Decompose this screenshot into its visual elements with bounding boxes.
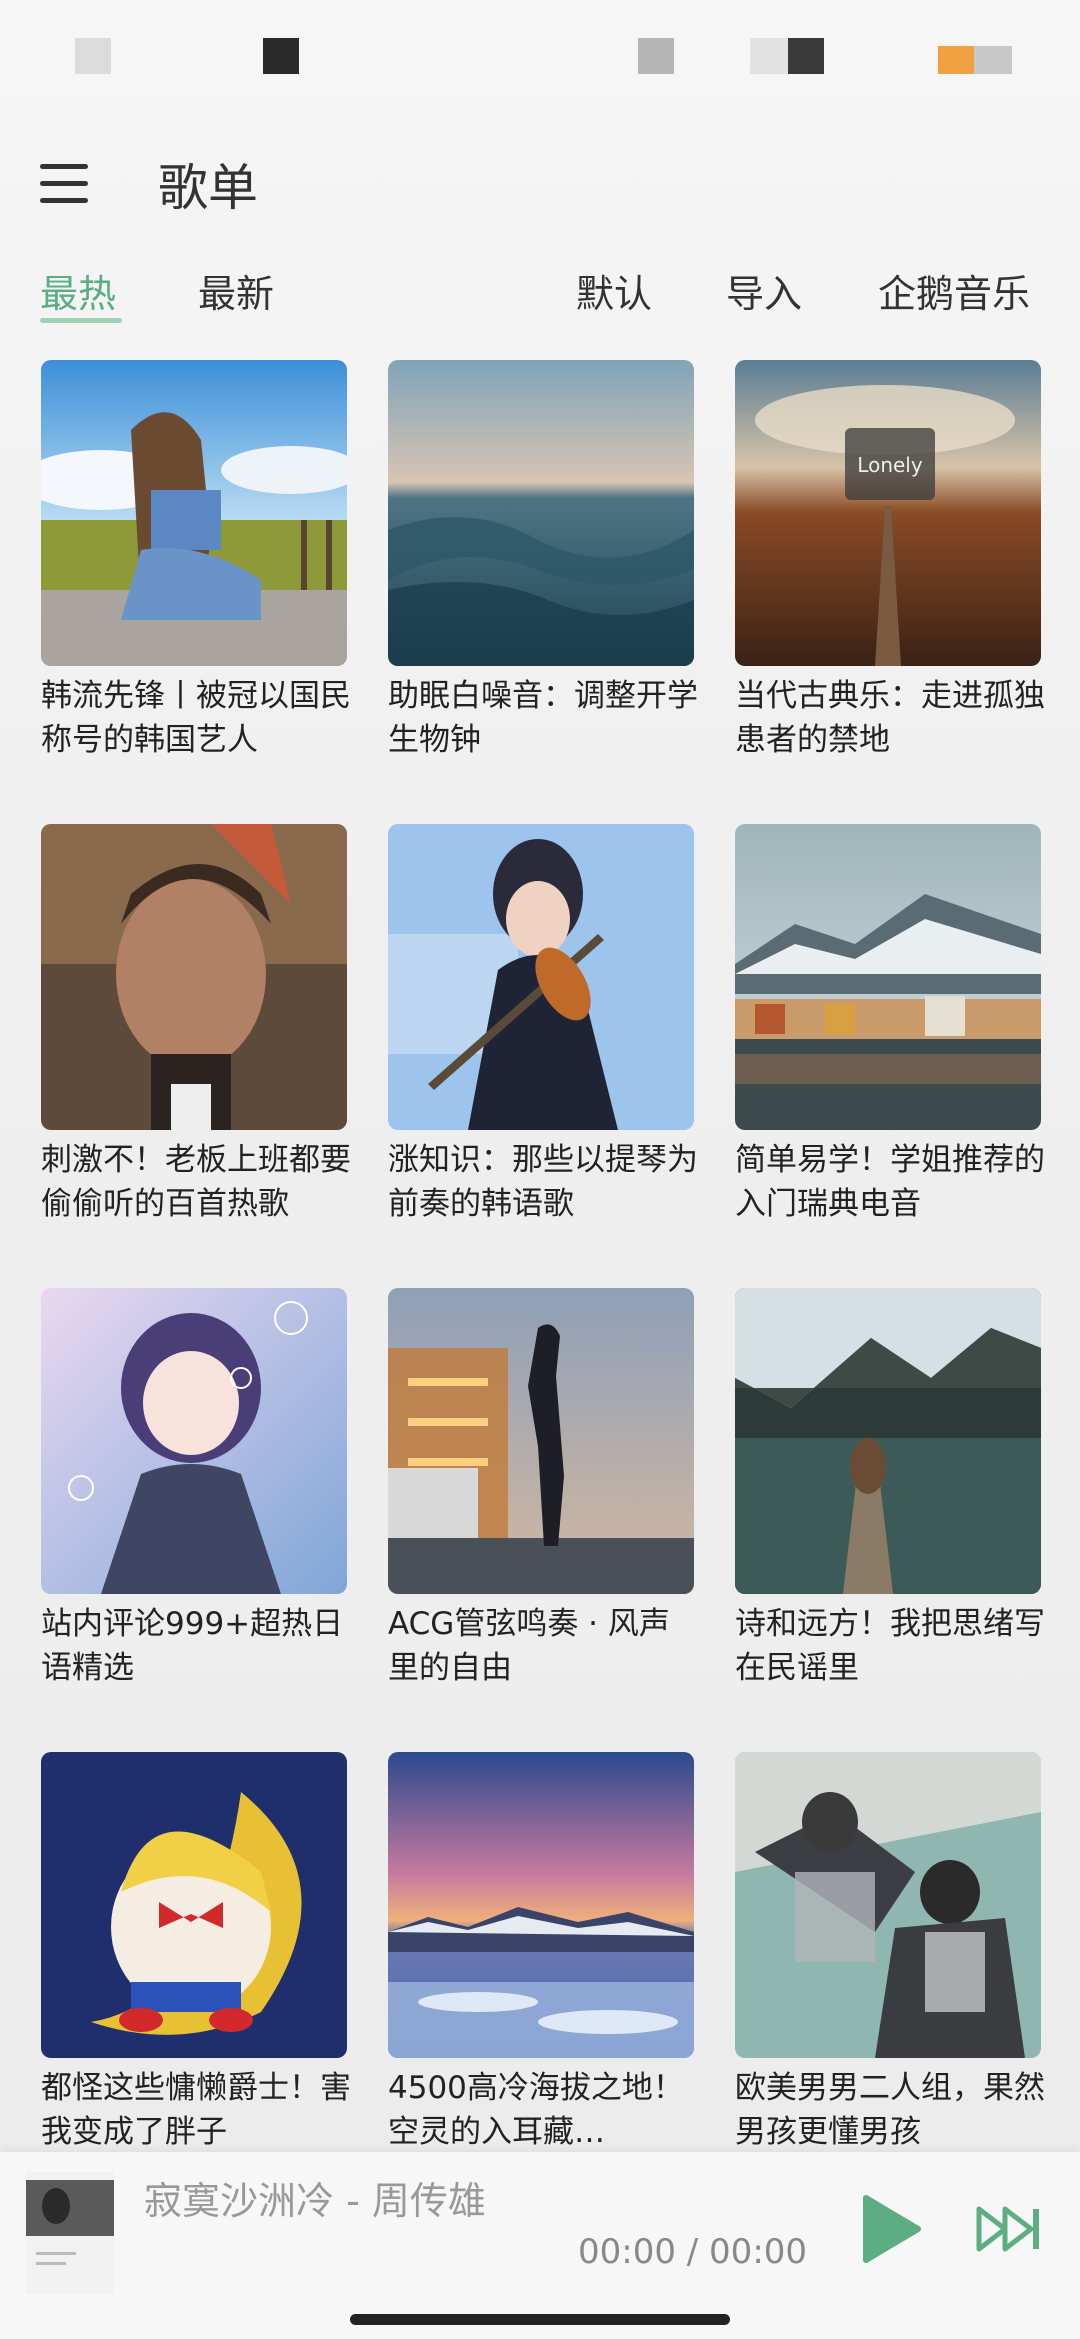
hamburger-menu-icon[interactable] <box>40 162 90 206</box>
app-header: 歌单 <box>0 140 1080 230</box>
playlist-title[interactable]: 刺激不！老板上班都要偷偷听的百首热歌 <box>41 1138 351 1226</box>
play-icon[interactable] <box>860 2194 922 2264</box>
status-icon <box>75 38 111 74</box>
playlist-title[interactable]: 都怪这些慵懒爵士！害我变成了胖子 <box>41 2066 351 2154</box>
playlist-title[interactable]: 简单易学！学姐推荐的入门瑞典电音 <box>735 1138 1045 1226</box>
playlist-title[interactable]: 4500高冷海拔之地！空灵的入耳藏… <box>388 2066 698 2154</box>
import-button[interactable]: 导入 <box>726 263 802 318</box>
status-icon <box>750 38 788 74</box>
playlist-cover-image[interactable] <box>735 1288 1041 1594</box>
playlist-title[interactable]: 涨知识：那些以提琴为前奏的韩语歌 <box>388 1138 698 1226</box>
playlist-cover-image[interactable] <box>41 1288 347 1594</box>
playlist-title[interactable]: 站内评论999+超热日语精选 <box>41 1602 351 1690</box>
mini-player[interactable]: 寂寞沙洲冷 - 周传雄 00:00 / 00:00 <box>0 2152 1080 2339</box>
status-icon <box>263 38 299 74</box>
battery-icon <box>938 46 974 74</box>
playlist-cover-image[interactable] <box>388 1288 694 1594</box>
playlist-title[interactable]: 诗和远方！我把思绪写在民谣里 <box>735 1602 1045 1690</box>
playlist-title[interactable]: ACG管弦鸣奏 · 风声里的自由 <box>388 1602 698 1690</box>
playlist-cover-image[interactable] <box>388 360 694 666</box>
playlist-title[interactable]: 韩流先锋丨被冠以国民称号的韩国艺人 <box>41 674 351 762</box>
tab-hot[interactable]: 最热 <box>40 263 116 318</box>
playlist-title[interactable]: 欧美男男二人组，果然男孩更懂男孩 <box>735 2066 1045 2154</box>
status-icon <box>788 38 824 74</box>
playlist-cover-image[interactable] <box>41 360 347 666</box>
source-select-button[interactable]: 企鹅音乐 <box>878 263 1030 318</box>
playlist-cover-image[interactable] <box>41 824 347 1130</box>
active-tab-indicator <box>40 318 122 323</box>
cover-text: Lonely <box>857 453 923 477</box>
playlist-cover-image[interactable] <box>735 1752 1041 2058</box>
playlist-cover-image[interactable] <box>388 824 694 1130</box>
battery-icon <box>974 46 1012 74</box>
next-track-icon[interactable] <box>975 2204 1045 2254</box>
tab-new[interactable]: 最新 <box>198 263 274 318</box>
playlist-cover-image[interactable] <box>41 1752 347 2058</box>
playlist-tabs: 最热 最新 默认 导入 企鹅音乐 <box>0 255 1080 335</box>
playlist-cover-image[interactable] <box>735 824 1041 1130</box>
status-bar <box>0 0 1080 110</box>
now-playing-title: 寂寞沙洲冷 - 周传雄 <box>144 2179 486 2223</box>
playback-time: 00:00 / 00:00 <box>578 2232 808 2272</box>
page-title: 歌单 <box>158 159 258 217</box>
home-indicator[interactable] <box>350 2314 730 2325</box>
playlist-cover-image[interactable] <box>388 1752 694 2058</box>
status-icon <box>638 38 674 74</box>
sort-default-button[interactable]: 默认 <box>576 263 652 318</box>
playlist-title[interactable]: 当代古典乐：走进孤独患者的禁地 <box>735 674 1045 762</box>
playlist-title[interactable]: 助眠白噪音：调整开学生物钟 <box>388 674 698 762</box>
now-playing-cover[interactable] <box>26 2172 114 2294</box>
playlist-cover-image[interactable]: Lonely <box>735 360 1041 666</box>
